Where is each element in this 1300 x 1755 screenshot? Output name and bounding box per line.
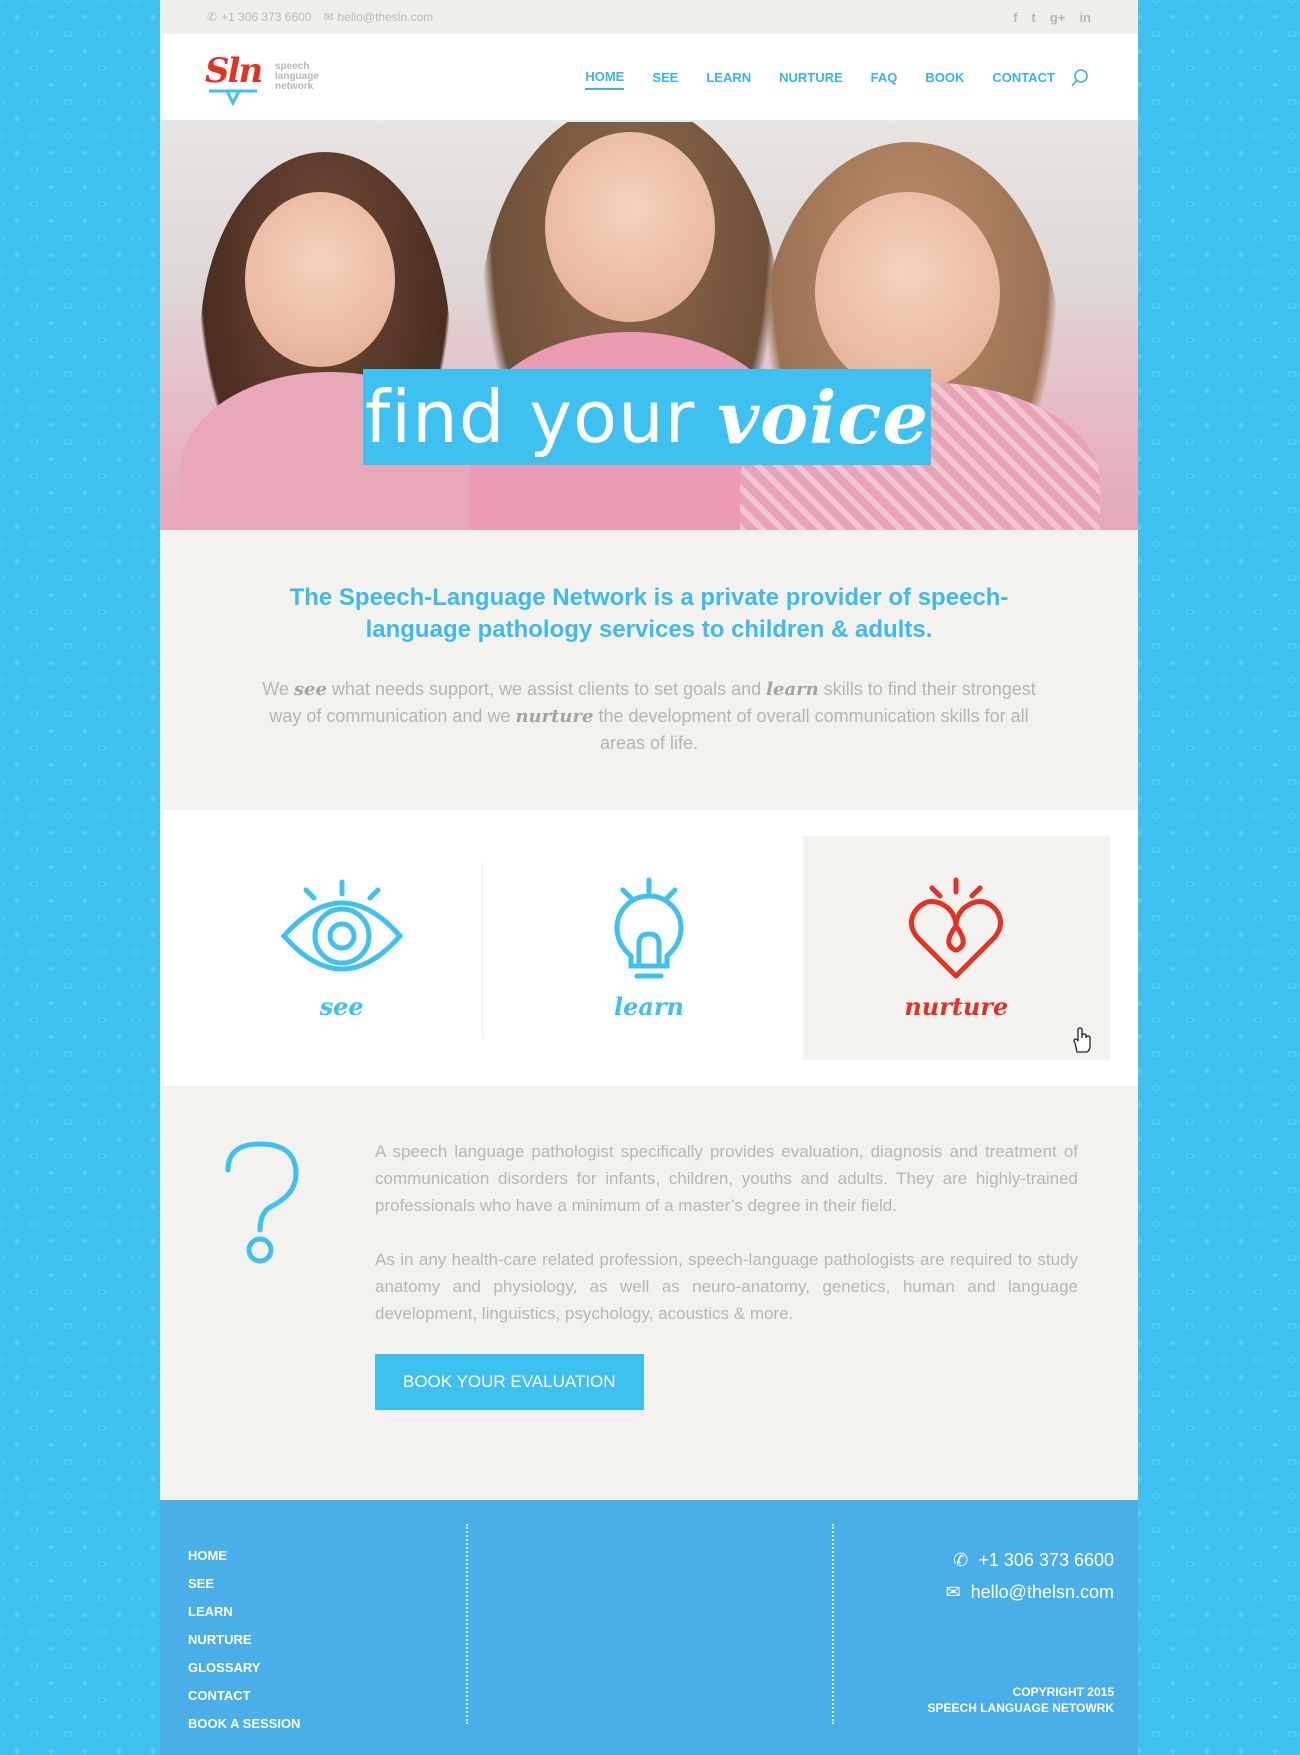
hero-title: find your voice xyxy=(363,369,931,465)
footer-email[interactable]: ✉ hello@thelsn.com xyxy=(946,1576,1114,1608)
hero-photo-child-left xyxy=(180,152,480,530)
footer-link-glossary[interactable]: GLOSSARY xyxy=(188,1654,300,1682)
features-row: see learn nurture xyxy=(160,810,1138,1086)
intro-paragraph: We see what needs support, we assist cli… xyxy=(262,679,1036,753)
footer-contact: ✆ +1 306 373 6600 ✉ hello@thelsn.com xyxy=(946,1544,1114,1608)
heart-icon xyxy=(909,877,1004,978)
search-icon[interactable] xyxy=(1070,68,1090,88)
footer-link-home[interactable]: HOME xyxy=(188,1542,300,1570)
mail-icon: ✉ xyxy=(323,10,334,24)
social-links: f t g+ in xyxy=(1013,10,1091,25)
twitter-icon[interactable]: t xyxy=(1032,10,1036,25)
intro-heading: The Speech-Language Network is a private… xyxy=(289,584,1009,643)
nav-book[interactable]: BOOK xyxy=(925,66,964,89)
footer-divider-left xyxy=(466,1524,468,1724)
lightbulb-icon xyxy=(614,877,684,978)
footer-divider-right xyxy=(832,1524,834,1724)
nav-home[interactable]: HOME xyxy=(585,65,625,90)
nav-contact[interactable]: CONTACT xyxy=(992,66,1055,89)
linkedin-icon[interactable]: in xyxy=(1079,10,1091,25)
footer-link-contact[interactable]: CONTACT xyxy=(188,1682,300,1710)
footer-copyright: COPYRIGHT 2015 SPEECH LANGUAGE NETOWRK xyxy=(927,1685,1114,1715)
footer-link-learn[interactable]: LEARN xyxy=(188,1598,300,1626)
question-mark-icon xyxy=(225,1141,299,1264)
logo-mark: Sln xyxy=(205,45,267,109)
mail-icon: ✉ xyxy=(945,1582,961,1602)
intro-section: The Speech-Language Network is a private… xyxy=(160,530,1138,810)
about-paragraph-2: As in any health-care related profession… xyxy=(375,1250,1078,1323)
hero-banner: find your voice xyxy=(160,122,1138,530)
top-bar: ✆ +1 306 373 6600 ✉ hello@thesln.com f t… xyxy=(160,0,1138,34)
phone-icon: ✆ xyxy=(953,1550,969,1570)
nav-faq[interactable]: FAQ xyxy=(871,66,898,89)
hero-photo-child-center xyxy=(470,122,790,530)
nav-nurture[interactable]: NURTURE xyxy=(779,66,843,89)
page-container: ✆ +1 306 373 6600 ✉ hello@thesln.com f t… xyxy=(160,0,1138,1755)
topbar-email[interactable]: ✉ hello@thesln.com xyxy=(323,10,433,24)
eye-icon xyxy=(280,879,403,971)
footer-phone[interactable]: ✆ +1 306 373 6600 xyxy=(946,1544,1114,1576)
footer-link-book-session[interactable]: BOOK A SESSION xyxy=(188,1710,300,1738)
googleplus-icon[interactable]: g+ xyxy=(1050,10,1066,25)
footer-nav: HOME SEE LEARN NURTURE GLOSSARY CONTACT … xyxy=(188,1542,300,1738)
feature-learn[interactable]: learn xyxy=(495,836,802,1060)
nav-learn[interactable]: LEARN xyxy=(706,66,751,89)
book-evaluation-button[interactable]: BOOK YOUR EVALUATION xyxy=(375,1354,644,1410)
topbar-phone[interactable]: ✆ +1 306 373 6600 xyxy=(207,10,311,24)
phone-icon: ✆ xyxy=(207,10,218,24)
site-footer: HOME SEE LEARN NURTURE GLOSSARY CONTACT … xyxy=(160,1500,1138,1755)
footer-link-nurture[interactable]: NURTURE xyxy=(188,1626,300,1654)
main-nav: HOME SEE LEARN NURTURE FAQ BOOK CONTACT xyxy=(585,65,1055,90)
about-paragraph-1: A speech language pathologist specifical… xyxy=(375,1142,1078,1215)
logo-text: speech language network xyxy=(275,61,319,92)
footer-link-see[interactable]: SEE xyxy=(188,1570,300,1598)
facebook-icon[interactable]: f xyxy=(1013,10,1017,25)
feature-see[interactable]: see xyxy=(188,836,495,1060)
site-header: Sln speech language network HOME SEE LEA… xyxy=(160,34,1138,122)
speech-bubble-icon xyxy=(209,89,257,107)
nav-see[interactable]: SEE xyxy=(652,66,678,89)
hand-cursor-icon xyxy=(1073,1027,1091,1053)
site-logo[interactable]: Sln speech language network xyxy=(205,45,319,109)
about-section: A speech language pathologist specifical… xyxy=(160,1086,1138,1498)
hero-photo-child-right xyxy=(740,142,1100,530)
feature-nurture[interactable]: nurture xyxy=(802,836,1110,1060)
